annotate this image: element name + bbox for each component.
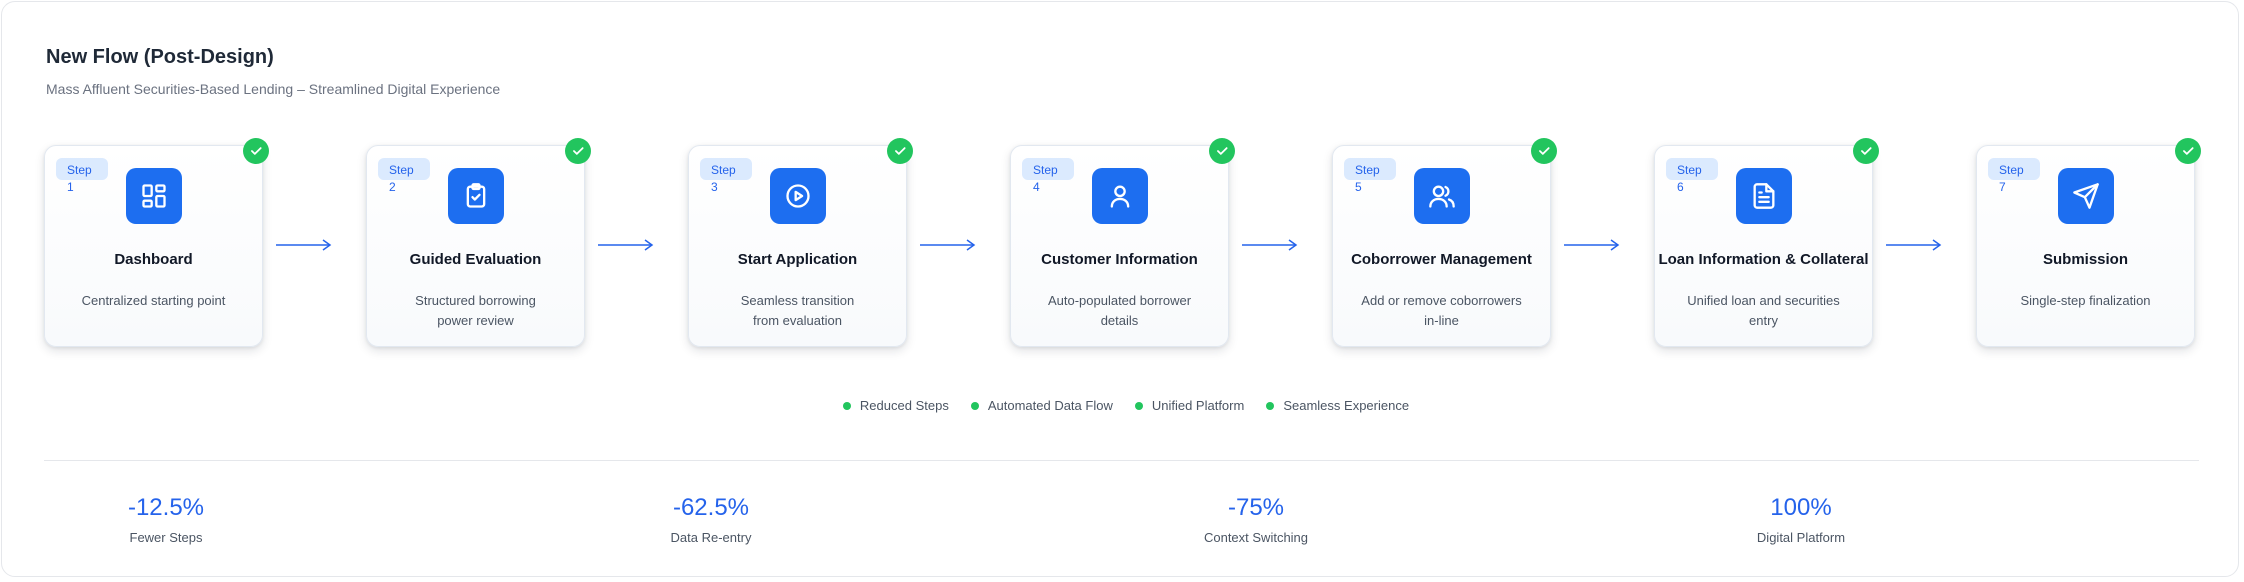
metric-value: 100%: [1770, 494, 1832, 521]
legend-dot-icon: [842, 401, 851, 410]
document-icon: [1736, 168, 1792, 224]
step-title: Submission: [2042, 251, 2128, 268]
metric-digital-platform: 100% Digital Platform: [1671, 494, 1931, 545]
step-label: Step: [1033, 163, 1058, 177]
step-label: Step: [1355, 163, 1380, 177]
metric-context-switching: -75% Context Switching: [1126, 494, 1386, 545]
step-description-line: Structured borrowing: [415, 293, 536, 308]
arrow-right-icon: [920, 239, 976, 251]
metric-value: -12.5%: [127, 494, 205, 521]
step-number: 2: [389, 180, 396, 194]
step-number: 5: [1355, 180, 1362, 194]
step-description: Structured borrowing power review: [389, 291, 562, 331]
step-description-line: from evaluation: [753, 313, 842, 328]
step-description-line: Auto-populated borrower details: [1047, 293, 1192, 328]
divider: [44, 460, 2199, 461]
play-circle-icon: [770, 168, 826, 224]
step-number: 4: [1033, 180, 1040, 194]
user-icon: [1092, 168, 1148, 224]
step-description-line: Seamless transition: [740, 293, 855, 308]
users-icon: [1414, 168, 1470, 224]
legend-label: Seamless Experience: [1283, 398, 1410, 413]
step-title: Guided Evaluation: [409, 251, 542, 268]
step-description-line: power review: [437, 313, 514, 328]
dashboard-grid-icon: [126, 168, 182, 224]
legend-label: Reduced Steps: [859, 398, 949, 413]
step-title: Customer Information: [1041, 251, 1198, 268]
metric-value: -62.5%: [672, 494, 750, 521]
page-subtitle: Mass Affluent Securities-Based Lending –…: [46, 81, 501, 97]
step-card-submission: Step 7 Submission Single-step finalizati…: [1976, 138, 2201, 347]
step-number: 3: [711, 180, 718, 194]
arrow-right-icon: [598, 239, 654, 251]
step-card-coborrower-management: Step 5 Coborrower Management Add or remo…: [1332, 138, 1557, 347]
legend-dot-icon: [970, 401, 979, 410]
legend-item: Unified Platform: [1134, 398, 1245, 413]
arrow-right-icon: [1242, 239, 1298, 251]
step-card-loan-information: Step 6 Loan Information & Collateral Uni…: [1654, 138, 1879, 347]
step-title: Start Application: [737, 251, 858, 268]
check-icon: [1209, 138, 1235, 164]
step-title: Dashboard: [114, 251, 193, 268]
check-icon: [887, 138, 913, 164]
step-description: Single-step finalization: [1999, 291, 2172, 311]
clipboard-check-icon: [448, 168, 504, 224]
metric-label: Data Re-entry: [670, 530, 752, 545]
step-description: Centralized starting point: [67, 291, 240, 311]
arrow-right-icon: [1886, 239, 1942, 251]
step-description: Seamless transition from evaluation: [711, 291, 884, 331]
legend-item: Seamless Experience: [1266, 398, 1409, 413]
legend-dot-icon: [1134, 401, 1143, 410]
step-title: Coborrower Management: [1351, 251, 1532, 268]
step-card-dashboard: Step 1 Dashboard Centralized starting po…: [44, 138, 269, 347]
metric-label: Context Switching: [1203, 530, 1309, 545]
step-label: Step: [1999, 163, 2024, 177]
check-icon: [565, 138, 591, 164]
check-icon: [243, 138, 269, 164]
step-label: Step: [67, 163, 92, 177]
step-description-line: Centralized starting point: [81, 293, 226, 308]
arrow-right-icon: [1564, 239, 1620, 251]
step-number: 1: [67, 180, 74, 194]
metric-data-reentry: -62.5% Data Re-entry: [581, 494, 841, 545]
step-card-start-application: Step 3 Start Application Seamless transi…: [688, 138, 913, 347]
legend-label: Unified Platform: [1151, 398, 1245, 413]
arrow-right-icon: [276, 239, 332, 251]
step-description-line: Unified loan and securities entry: [1687, 293, 1840, 328]
legend-dot-icon: [1266, 401, 1275, 410]
step-number: 6: [1677, 180, 1684, 194]
legend: Reduced Steps Automated Data Flow Unifie…: [0, 398, 2244, 413]
step-label: Step: [1677, 163, 1702, 177]
step-number: 7: [1999, 180, 2006, 194]
legend-item: Automated Data Flow: [970, 398, 1113, 413]
page-title: New Flow (Post-Design): [46, 46, 274, 68]
check-icon: [1531, 138, 1557, 164]
check-icon: [1853, 138, 1879, 164]
metric-label: Digital Platform: [1756, 530, 1846, 545]
legend-item: Reduced Steps: [842, 398, 949, 413]
step-card-customer-information: Step 4 Customer Information Auto-populat…: [1010, 138, 1235, 347]
step-card-guided-evaluation: Step 2 Guided Evaluation Structured borr…: [366, 138, 591, 347]
step-description-line: Add or remove coborrowers in-line: [1361, 293, 1522, 328]
legend-label: Automated Data Flow: [987, 398, 1113, 413]
metric-label: Fewer Steps: [129, 530, 203, 545]
step-label: Step: [711, 163, 736, 177]
step-description: Add or remove coborrowers in-line: [1355, 291, 1528, 331]
send-icon: [2058, 168, 2114, 224]
step-description-line: Single-step finalization: [2020, 293, 2151, 308]
step-description: Unified loan and securities entry: [1677, 291, 1850, 331]
step-title: Loan Information & Collateral: [1658, 251, 1869, 268]
metric-value: -75%: [1227, 494, 1285, 521]
step-description: Auto-populated borrower details: [1033, 291, 1206, 331]
check-icon: [2175, 138, 2201, 164]
metric-fewer-steps: -12.5% Fewer Steps: [36, 494, 296, 545]
step-label: Step: [389, 163, 414, 177]
